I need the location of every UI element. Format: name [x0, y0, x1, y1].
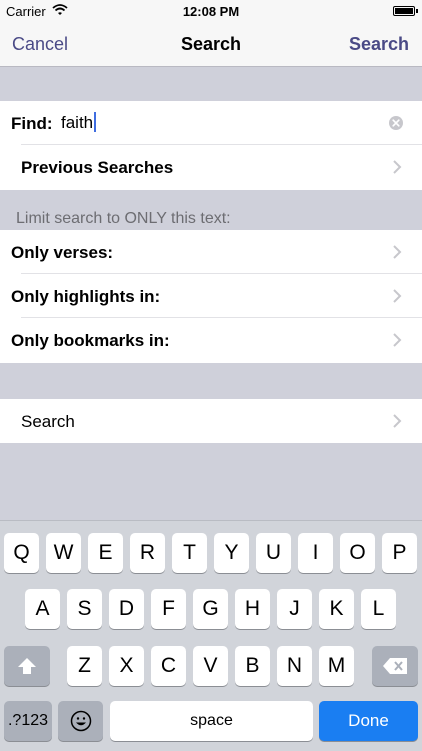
find-row[interactable]: Find: faith	[0, 101, 422, 145]
key-e[interactable]: E	[88, 533, 123, 573]
only-verses-label: Only verses:	[11, 243, 114, 262]
shift-key[interactable]	[4, 646, 50, 686]
key-q[interactable]: Q	[4, 533, 39, 573]
search-group: Search	[0, 399, 422, 443]
only-highlights-label: Only highlights in:	[11, 287, 161, 306]
chevron-right-icon	[393, 160, 402, 174]
search-button[interactable]: Search	[349, 34, 409, 55]
only-verses-row[interactable]: Only verses:	[0, 230, 422, 274]
chevron-right-icon	[393, 333, 402, 347]
delete-key[interactable]	[372, 646, 418, 686]
key-y[interactable]: Y	[214, 533, 249, 573]
chevron-right-icon	[393, 245, 402, 259]
only-bookmarks-label: Only bookmarks in:	[11, 331, 170, 350]
done-key[interactable]: Done	[319, 701, 418, 741]
space-key[interactable]: space	[110, 701, 313, 741]
key-k[interactable]: K	[319, 589, 354, 629]
only-bookmarks-row[interactable]: Only bookmarks in:	[0, 318, 422, 362]
search-row[interactable]: Search	[0, 399, 422, 443]
key-i[interactable]: I	[298, 533, 333, 573]
key-s[interactable]: S	[67, 589, 102, 629]
keyboard: Q W E R T Y U I O P A S D F G H J K L Z …	[0, 520, 422, 751]
find-label: Find:	[11, 114, 53, 133]
emoji-icon	[70, 710, 91, 732]
text-caret	[94, 112, 97, 132]
clock: 12:08 PM	[182, 4, 240, 19]
search-row-label: Search	[21, 412, 75, 431]
key-a[interactable]: A	[25, 589, 60, 629]
key-c[interactable]: C	[151, 646, 186, 686]
previous-searches-label: Previous Searches	[21, 158, 174, 177]
delete-icon	[383, 658, 407, 674]
key-w[interactable]: W	[46, 533, 81, 573]
key-b[interactable]: B	[235, 646, 270, 686]
key-h[interactable]: H	[235, 589, 270, 629]
key-l[interactable]: L	[361, 589, 396, 629]
key-p[interactable]: P	[382, 533, 417, 573]
only-highlights-row[interactable]: Only highlights in:	[0, 274, 422, 318]
numbers-key[interactable]: .?123	[4, 701, 52, 741]
key-n[interactable]: N	[277, 646, 312, 686]
navigation-bar: Cancel Search Search	[0, 24, 422, 67]
key-g[interactable]: G	[193, 589, 228, 629]
key-o[interactable]: O	[340, 533, 375, 573]
find-group: Find: faith Previous Searches	[0, 101, 422, 190]
key-j[interactable]: J	[277, 589, 312, 629]
key-m[interactable]: M	[319, 646, 354, 686]
find-input-value: faith	[61, 113, 94, 132]
key-r[interactable]: R	[130, 533, 165, 573]
limit-section-header: Limit search to ONLY this text:	[16, 210, 231, 227]
key-f[interactable]: F	[151, 589, 186, 629]
find-input[interactable]: faith	[61, 112, 97, 133]
key-x[interactable]: X	[109, 646, 144, 686]
chevron-right-icon	[393, 414, 402, 428]
previous-searches-row[interactable]: Previous Searches	[0, 145, 422, 189]
key-d[interactable]: D	[109, 589, 144, 629]
status-bar: Carrier 12:08 PM	[0, 0, 422, 24]
emoji-key[interactable]	[58, 701, 103, 741]
shift-icon	[18, 658, 36, 674]
key-z[interactable]: Z	[67, 646, 102, 686]
filters-group: Only verses: Only highlights in: Only bo…	[0, 230, 422, 363]
key-u[interactable]: U	[256, 533, 291, 573]
key-t[interactable]: T	[172, 533, 207, 573]
clear-text-icon[interactable]	[387, 114, 405, 132]
key-v[interactable]: V	[193, 646, 228, 686]
battery-icon	[393, 6, 418, 16]
chevron-right-icon	[393, 289, 402, 303]
